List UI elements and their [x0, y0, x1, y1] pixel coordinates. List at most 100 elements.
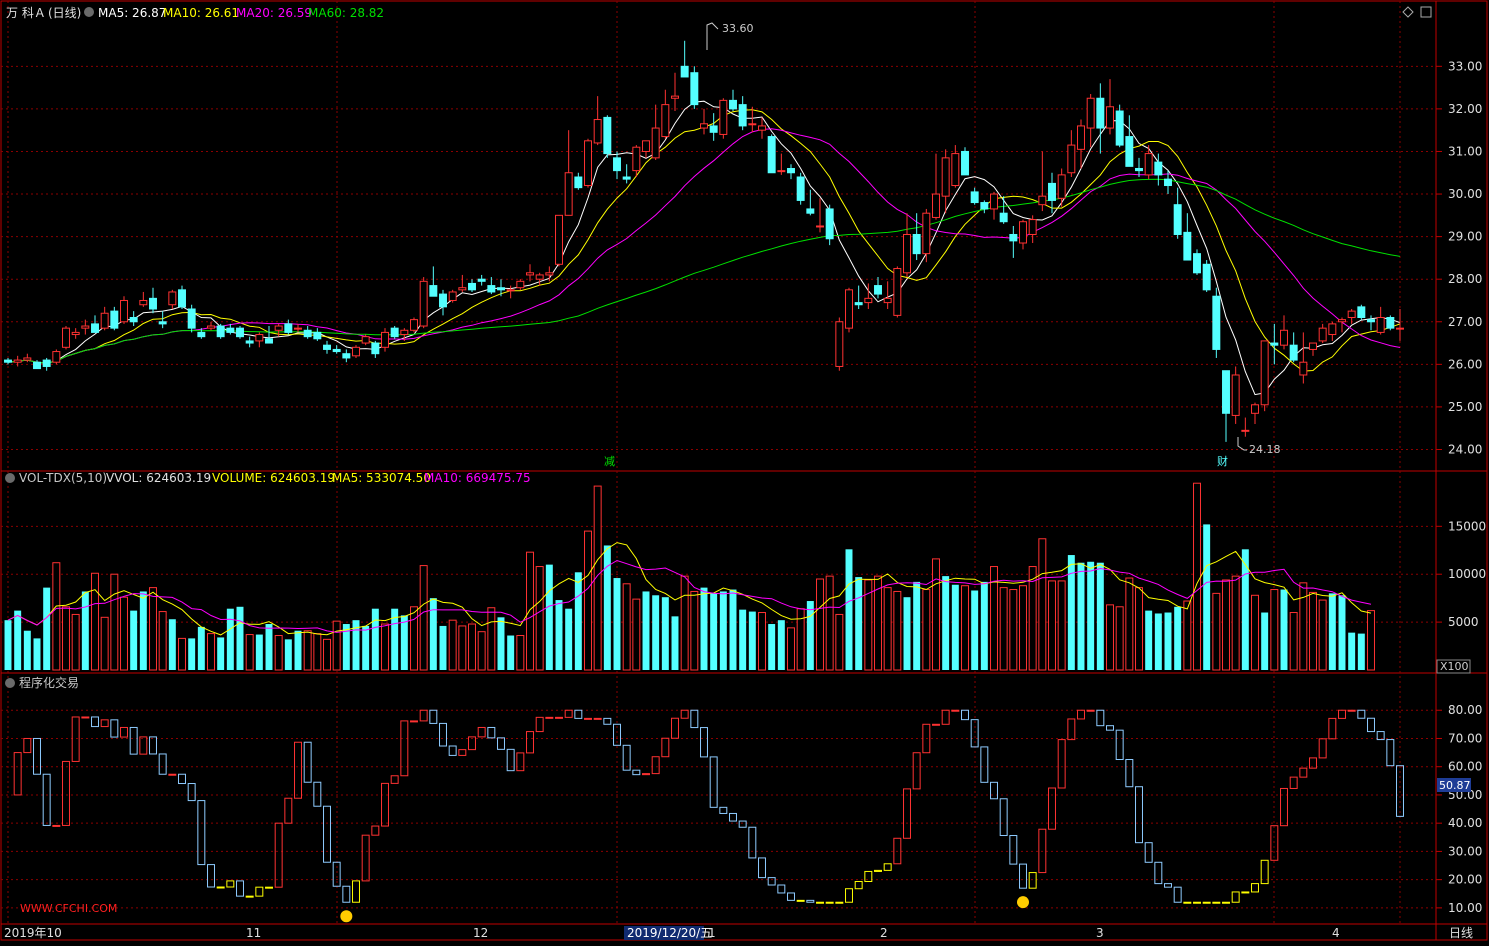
- candle: [390, 326, 399, 339]
- financial-report-marker[interactable]: 财: [1217, 454, 1228, 468]
- candle-body: [574, 176, 583, 189]
- candle-body: [1135, 167, 1143, 172]
- indicator-tick-label: 80.00: [1448, 703, 1482, 717]
- indicator-box: [245, 895, 254, 898]
- candle: [1386, 315, 1395, 331]
- sad-face-icon: [1017, 896, 1029, 909]
- volume-unit: X100: [1440, 660, 1469, 673]
- volume-bar: [448, 619, 457, 671]
- candle-body: [903, 233, 911, 274]
- volume-bar: [758, 612, 766, 671]
- volume-bar: [43, 587, 51, 670]
- candle-body: [1028, 219, 1037, 235]
- candle-body: [236, 327, 244, 338]
- candle-body: [62, 327, 70, 348]
- candle-body: [1009, 233, 1018, 242]
- settings-dot-icon[interactable]: [5, 473, 15, 483]
- indicator-box: [932, 723, 940, 726]
- indicator-box: [555, 716, 563, 719]
- indicator-box: [81, 716, 90, 719]
- candle-body: [1173, 204, 1182, 235]
- volume-bar: [951, 584, 959, 670]
- volume-bar: [1115, 606, 1124, 671]
- price-tick-label: 31.00: [1448, 144, 1482, 158]
- volume-bar: [1174, 606, 1182, 670]
- candle-body: [584, 140, 592, 187]
- candle-body: [864, 297, 873, 304]
- volume-bar: [1057, 580, 1066, 671]
- volume-bar: [158, 611, 167, 671]
- volume-bar: [217, 637, 225, 670]
- candle: [120, 296, 128, 324]
- candle: [419, 277, 428, 329]
- indicator-box: [1086, 709, 1095, 712]
- volume-bar: [1096, 562, 1104, 670]
- candle-body: [255, 334, 264, 342]
- candle-body: [738, 104, 747, 127]
- candle: [352, 345, 360, 358]
- candle-body: [81, 325, 90, 329]
- candle-body: [323, 344, 331, 350]
- volume-bar: [1145, 610, 1153, 670]
- candle-body: [796, 176, 805, 201]
- volume-bar: [980, 581, 988, 670]
- volume-bar: [1328, 593, 1336, 670]
- volume-bar: [71, 613, 80, 671]
- candle-body: [187, 308, 196, 329]
- volume-bar: [816, 578, 824, 671]
- candle-body: [13, 359, 22, 363]
- candle-body: [671, 95, 679, 99]
- candle-body: [700, 123, 708, 129]
- candle-body: [758, 125, 766, 131]
- volume-bar: [739, 609, 747, 670]
- candle-body: [961, 150, 969, 176]
- candle-body: [545, 272, 554, 276]
- reduce-holding-marker[interactable]: 减: [604, 455, 615, 468]
- candle-body: [1183, 231, 1192, 261]
- candle-body: [603, 116, 612, 155]
- candle-body: [197, 331, 206, 338]
- candle-body: [294, 327, 302, 330]
- candle-body: [999, 212, 1008, 223]
- candle-body: [719, 99, 728, 135]
- vol-ma10-legend: MA10: 669475.75: [424, 471, 531, 485]
- settings-dot-icon[interactable]: [84, 7, 94, 17]
- stock-chart[interactable]: 24.00 25.00 26.00 27.00 28.00 29.00 30.00 31.00…: [0, 0, 1489, 942]
- settings-dot-icon[interactable]: [5, 678, 15, 688]
- volume-bar: [922, 589, 931, 671]
- candle: [410, 317, 418, 333]
- volume-bar: [197, 626, 205, 670]
- indicator-box: [545, 716, 554, 719]
- period-switch[interactable]: 日线: [1449, 926, 1473, 940]
- candle-body: [4, 359, 12, 363]
- candle-body: [893, 268, 902, 316]
- volume-bar: [825, 575, 834, 671]
- volume-bar: [130, 610, 138, 670]
- indicator-tick-label: 70.00: [1448, 731, 1482, 745]
- volume-bar: [1280, 589, 1288, 670]
- candle-body: [690, 72, 699, 106]
- candle: [1212, 287, 1221, 358]
- candle-body: [506, 289, 515, 292]
- candle-body: [1125, 136, 1134, 167]
- volume-bar: [265, 624, 273, 670]
- candle-body: [555, 214, 563, 265]
- volume-bar: [1164, 612, 1172, 670]
- x-label-nov: 11: [246, 926, 261, 940]
- candle-body: [1067, 144, 1076, 174]
- volume-bar: [574, 572, 582, 670]
- candle-body: [313, 331, 322, 340]
- period-name: (日线): [48, 6, 81, 20]
- candle-body: [912, 233, 921, 255]
- volume-bar: [883, 587, 892, 671]
- candle-body: [100, 312, 109, 329]
- candle-body: [874, 285, 882, 295]
- volume-bar: [245, 634, 254, 671]
- volume-bar: [768, 624, 776, 670]
- low-price-label: 24.18: [1249, 443, 1281, 456]
- candle-body: [1212, 295, 1221, 350]
- volume-bar: [1222, 579, 1230, 671]
- candle-body: [497, 287, 505, 291]
- volume-bar: [1318, 599, 1327, 671]
- candle-body: [1347, 310, 1356, 319]
